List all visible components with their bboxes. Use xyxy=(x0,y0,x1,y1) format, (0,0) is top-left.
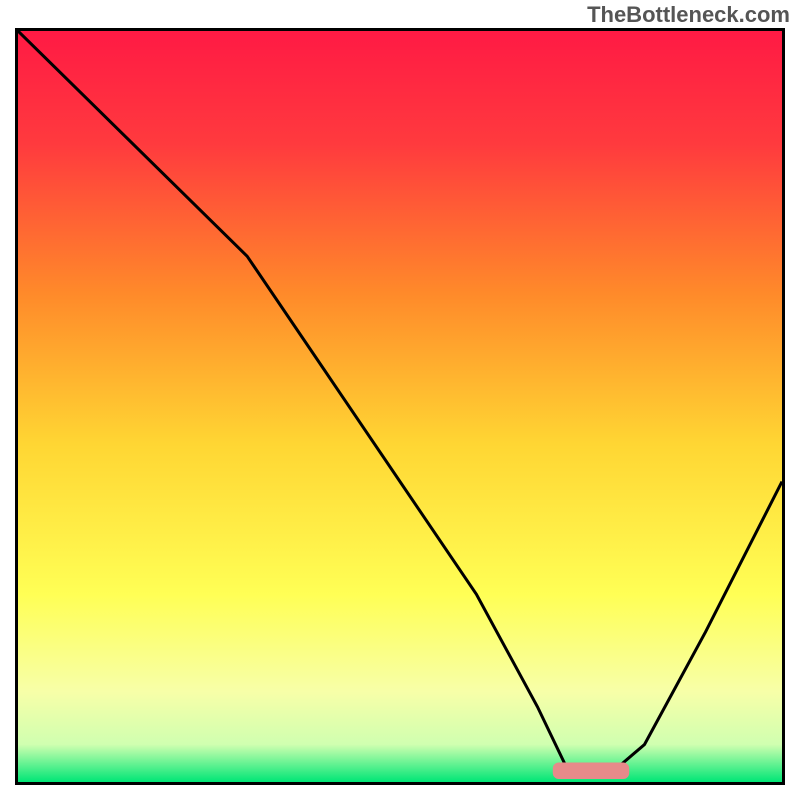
chart-container: TheBottleneck.com xyxy=(0,0,800,800)
optimal-marker xyxy=(553,763,629,780)
site-watermark: TheBottleneck.com xyxy=(587,2,790,28)
plot-area xyxy=(15,28,785,785)
chart-svg xyxy=(18,31,782,782)
